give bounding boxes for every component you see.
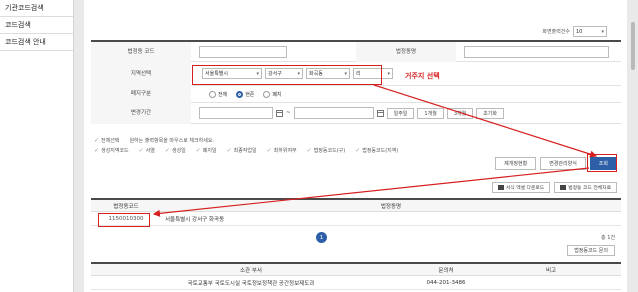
col-note-header: 비고 <box>545 267 557 274</box>
gutter <box>74 0 84 292</box>
sidebar-item-code-search[interactable]: 코드검색 <box>0 17 73 34</box>
main-panel: 화면출력건수 10 ▾ 법정동 코드 법정동명 지역선택 서울특별시 ▾ 강서구 ▾… <box>84 8 627 292</box>
arrow-to-search <box>373 84 598 158</box>
sidebar-item-code-guide[interactable]: 코드검색 안내 <box>0 34 73 51</box>
department-table: 소관 부서 문의처 비고 국토교통부 국토도시실 국토정보정책관 공간정보제도과… <box>91 262 621 290</box>
annotation-arrows <box>152 84 598 217</box>
arrow-to-code <box>152 167 590 217</box>
total-count: 총 1건 <box>601 235 615 241</box>
pagination-current[interactable]: 1 <box>316 232 327 243</box>
col-dept-header: 소관 부서 <box>240 267 262 274</box>
left-sidebar: 기관코드검색 코드검색 코드검색 안내 <box>0 0 74 292</box>
sidebar-item-org-code-search[interactable]: 기관코드검색 <box>0 0 73 17</box>
dept-tel: 044-201-3486 <box>426 279 466 286</box>
col-tel-header: 문의처 <box>438 267 454 274</box>
table-row: 국토교통부 국토도시실 국토정보정책관 공간정보제도과 044-201-3486 <box>91 276 621 290</box>
scrollbar-thumb[interactable] <box>631 22 635 70</box>
dept-name: 국토교통부 국토도시실 국토정보정책관 공간정보제도과 <box>187 280 315 287</box>
code-inquiry-button[interactable]: 법정동코드 문의 <box>567 245 615 256</box>
inquiry-button-wrap: 법정동코드 문의 <box>567 245 615 256</box>
